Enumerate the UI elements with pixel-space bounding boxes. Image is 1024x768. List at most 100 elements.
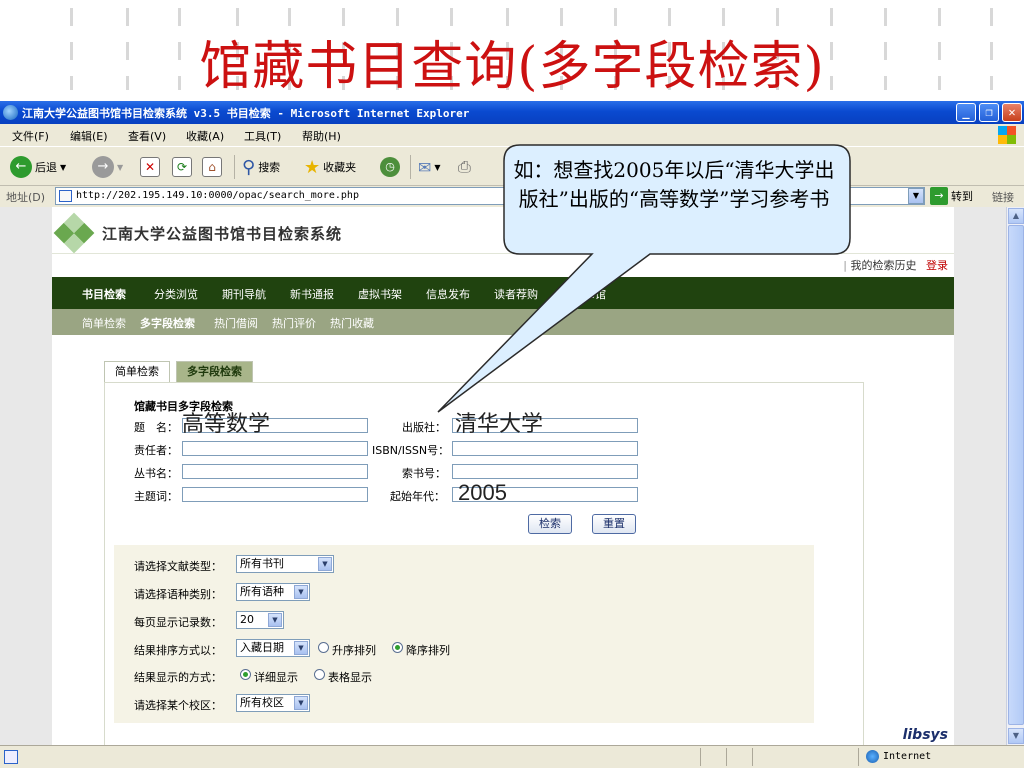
subnav-multi-field-search[interactable]: 多字段检索 <box>140 315 195 331</box>
language-select[interactable]: 所有语种 ▼ <box>236 583 310 601</box>
isbn-label: ISBN/ISSN号： <box>372 444 450 457</box>
back-button[interactable]: ← 后退 ▼ <box>10 155 66 179</box>
campus-label: 请选择某个校区： <box>134 699 222 712</box>
nav-item-journals[interactable]: 期刊导航 <box>222 286 266 302</box>
go-button[interactable]: → 转到 <box>930 187 973 205</box>
sort-asc-radio[interactable] <box>318 642 329 653</box>
print-button[interactable]: ⎙ <box>458 155 471 179</box>
chevron-down-icon: ▼ <box>294 641 308 655</box>
search-submit-button[interactable]: 检索 <box>528 514 572 534</box>
display-detail-radio[interactable] <box>240 669 251 680</box>
forward-button[interactable]: → ▼ <box>92 155 123 179</box>
isbn-input[interactable] <box>452 441 638 456</box>
stop-button[interactable]: ✕ <box>140 155 160 179</box>
reset-button[interactable]: 重置 <box>592 514 636 534</box>
ie-icon <box>3 105 18 120</box>
links-label[interactable]: 链接 <box>992 189 1014 205</box>
close-button[interactable]: ✕ <box>1002 103 1022 122</box>
nav-item-virtual-shelf[interactable]: 虚拟书架 <box>358 286 402 302</box>
login-link[interactable]: 登录 <box>926 259 948 272</box>
nav-item-catalog[interactable]: 书目检索 <box>82 286 126 302</box>
address-label: 地址(D) <box>6 191 46 204</box>
search-history-link[interactable]: 我的检索历史 <box>851 259 917 272</box>
scroll-up-icon[interactable]: ▲ <box>1008 208 1024 224</box>
nav-item-new-books[interactable]: 新书通报 <box>290 286 334 302</box>
scroll-down-icon[interactable]: ▼ <box>1008 728 1024 744</box>
nav-item-news[interactable]: 信息发布 <box>426 286 470 302</box>
nav-item-recommend[interactable]: 读者荐购 <box>494 286 538 302</box>
star-icon: ★ <box>304 156 321 178</box>
menu-file[interactable]: 文件(F) <box>12 128 49 144</box>
menu-tools[interactable]: 工具(T) <box>244 128 281 144</box>
vertical-scrollbar[interactable]: ▲ ▼ <box>1006 207 1024 745</box>
language-label: 请选择语种类别： <box>134 588 222 601</box>
restore-button[interactable]: ❐ <box>979 103 999 122</box>
favorites-button[interactable]: ★ 收藏夹 <box>304 155 356 179</box>
sort-desc-radio[interactable] <box>392 642 403 653</box>
menu-bar: 文件(F) 编辑(E) 查看(V) 收藏(A) 工具(T) 帮助(H) <box>0 124 1024 146</box>
chevron-down-icon: ▼ <box>294 696 308 710</box>
menu-favorites[interactable]: 收藏(A) <box>186 128 224 144</box>
go-label: 转到 <box>951 190 973 203</box>
display-detail-label: 详细显示 <box>254 671 298 684</box>
chevron-down-icon: ▼ <box>294 585 308 599</box>
tab-multi-field-search[interactable]: 多字段检索 <box>176 361 253 383</box>
main-nav: 书目检索 分类浏览 期刊导航 新书通报 虚拟书架 信息发布 读者荐购 我的书馆 <box>52 277 954 309</box>
subnav-hot-reviews[interactable]: 热门评价 <box>272 315 316 331</box>
author-label: 责任者： <box>134 444 178 457</box>
menu-edit[interactable]: 编辑(E) <box>70 128 108 144</box>
sort-select[interactable]: 入藏日期 ▼ <box>236 639 310 657</box>
sort-label: 结果排序方式以： <box>134 644 222 657</box>
display-table-radio[interactable] <box>314 669 325 680</box>
search-icon: ⚲ <box>242 156 256 178</box>
nav-item-browse[interactable]: 分类浏览 <box>154 286 198 302</box>
campus-select[interactable]: 所有校区 ▼ <box>236 694 310 712</box>
page-icon <box>59 190 72 202</box>
page-status-icon <box>4 750 18 764</box>
nav-item-my-library[interactable]: 我的书馆 <box>562 286 606 302</box>
callno-input[interactable] <box>452 464 638 479</box>
chevron-down-icon: ▼ <box>268 613 282 627</box>
status-bar: Internet <box>0 745 1024 768</box>
series-input[interactable] <box>182 464 368 479</box>
web-page: 江南大学公益图书馆书目检索系统 | 我的检索历史 登录 书目检索 分类浏览 期刊… <box>52 207 954 745</box>
history-button[interactable]: ◷ <box>380 155 400 179</box>
subnav-hot-loans[interactable]: 热门借阅 <box>214 315 258 331</box>
browser-viewport: 江南大学公益图书馆书目检索系统 | 我的检索历史 登录 书目检索 分类浏览 期刊… <box>0 207 1006 745</box>
minimize-button[interactable]: _ <box>956 103 976 122</box>
per-page-select[interactable]: 20 ▼ <box>236 611 284 629</box>
typed-year-text: 2005 <box>458 480 507 505</box>
doc-type-value: 所有书刊 <box>240 557 284 570</box>
subnav-simple-search[interactable]: 简单检索 <box>82 315 126 331</box>
slide: 馆藏书目查询(多字段检索) 江南大学公益图书馆书目检索系统 v3.5 书目检索 … <box>0 0 1024 768</box>
subnav-hot-favorites[interactable]: 热门收藏 <box>330 315 374 331</box>
forward-arrow-icon: → <box>92 156 114 178</box>
menu-help[interactable]: 帮助(H) <box>302 128 341 144</box>
chevron-down-icon: ▼ <box>60 162 67 172</box>
subject-input[interactable] <box>182 487 368 502</box>
back-label: 后退 <box>35 161 57 174</box>
doc-type-label: 请选择文献类型： <box>134 560 222 573</box>
callno-label: 索书号： <box>402 467 446 480</box>
user-links: | 我的检索历史 登录 <box>843 259 948 272</box>
history-icon: ◷ <box>380 157 400 177</box>
address-url: http://202.195.149.10:0000/opac/search_m… <box>76 190 359 201</box>
doc-type-select[interactable]: 所有书刊 ▼ <box>236 555 334 573</box>
series-label: 丛书名： <box>134 467 178 480</box>
per-page-label: 每页显示记录数： <box>134 616 222 629</box>
chevron-down-icon: ▼ <box>117 162 124 172</box>
typed-title-text: 高等数学 <box>182 412 271 437</box>
address-dropdown-icon[interactable]: ▼ <box>908 188 924 204</box>
menu-view[interactable]: 查看(V) <box>128 128 166 144</box>
search-button[interactable]: ⚲ 搜索 <box>242 155 280 179</box>
window-titlebar[interactable]: 江南大学公益图书馆书目检索系统 v3.5 书目检索 - Microsoft In… <box>0 101 1024 124</box>
home-button[interactable]: ⌂ <box>202 155 222 179</box>
mail-button[interactable]: ✉ ▼ <box>418 155 441 179</box>
author-input[interactable] <box>182 441 368 456</box>
tab-simple-search[interactable]: 简单检索 <box>104 361 170 383</box>
callout-text: 如：想查找2005年以后“清华大学出版社”出版的“高等数学”学习参考书 <box>513 158 835 211</box>
globe-icon <box>866 750 879 763</box>
scroll-thumb[interactable] <box>1008 225 1024 725</box>
back-arrow-icon: ← <box>10 156 32 178</box>
refresh-button[interactable]: ⟳ <box>172 155 192 179</box>
